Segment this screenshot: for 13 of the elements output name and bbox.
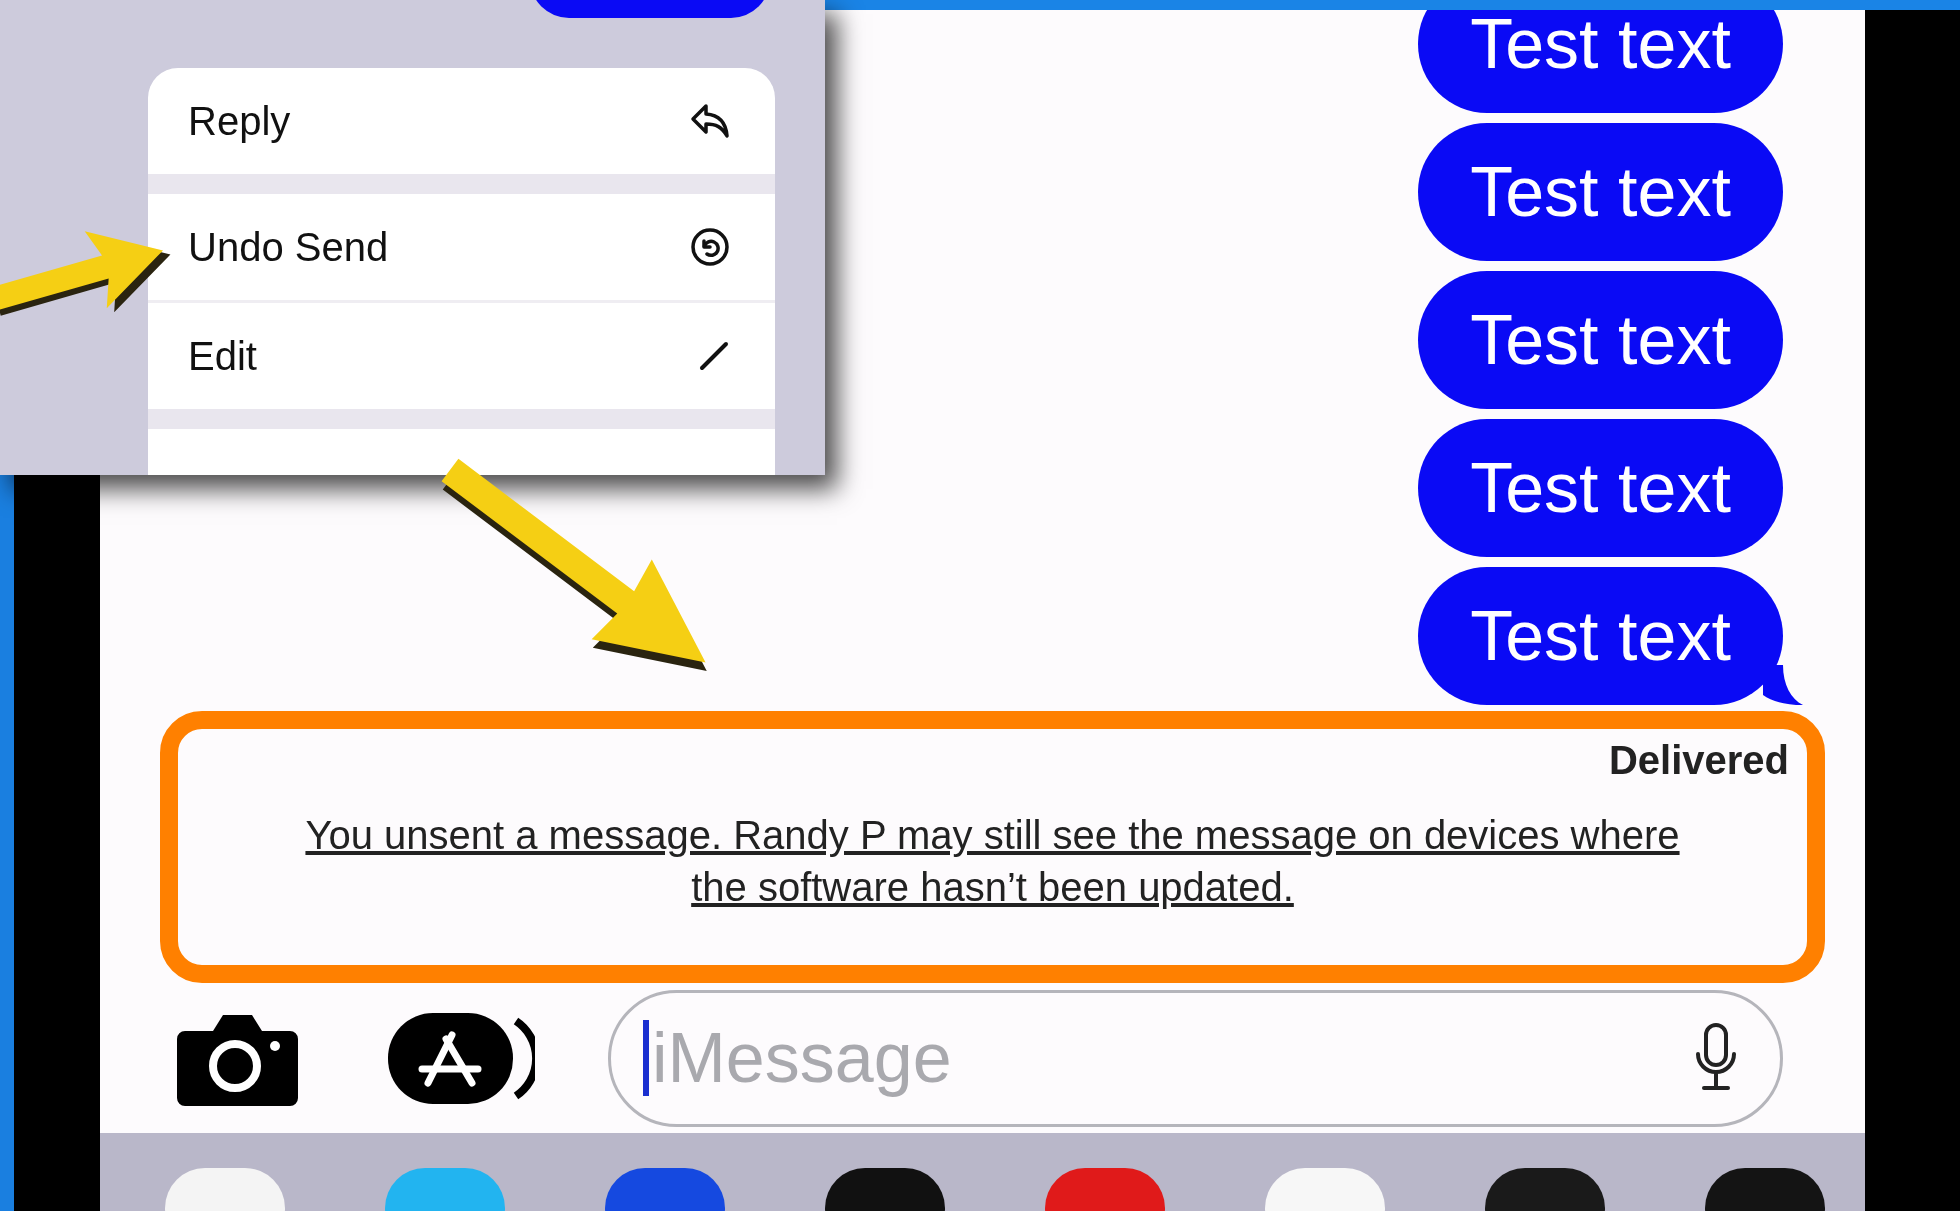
- unsent-notice: You unsent a message. Randy P may still see the message on devices where the software hasn’t been updated.: [304, 812, 1681, 911]
- menu-item[interactable]: Reply: [148, 68, 775, 174]
- app-store-icon[interactable]: [388, 1010, 535, 1106]
- message-bubble: Test text: [1418, 271, 1783, 409]
- menu-item[interactable]: Edit: [148, 303, 775, 409]
- message-input[interactable]: iMessage: [608, 989, 1783, 1127]
- menu-item[interactable]: Undo Send: [148, 194, 775, 300]
- undo-icon: [690, 227, 730, 267]
- pencil-icon: [698, 340, 730, 372]
- delivered-status: Delivered: [1608, 737, 1789, 784]
- message-bubble: Test text: [1418, 419, 1783, 557]
- message-bubble: Test text: [1418, 123, 1783, 261]
- reply-icon: [690, 103, 730, 139]
